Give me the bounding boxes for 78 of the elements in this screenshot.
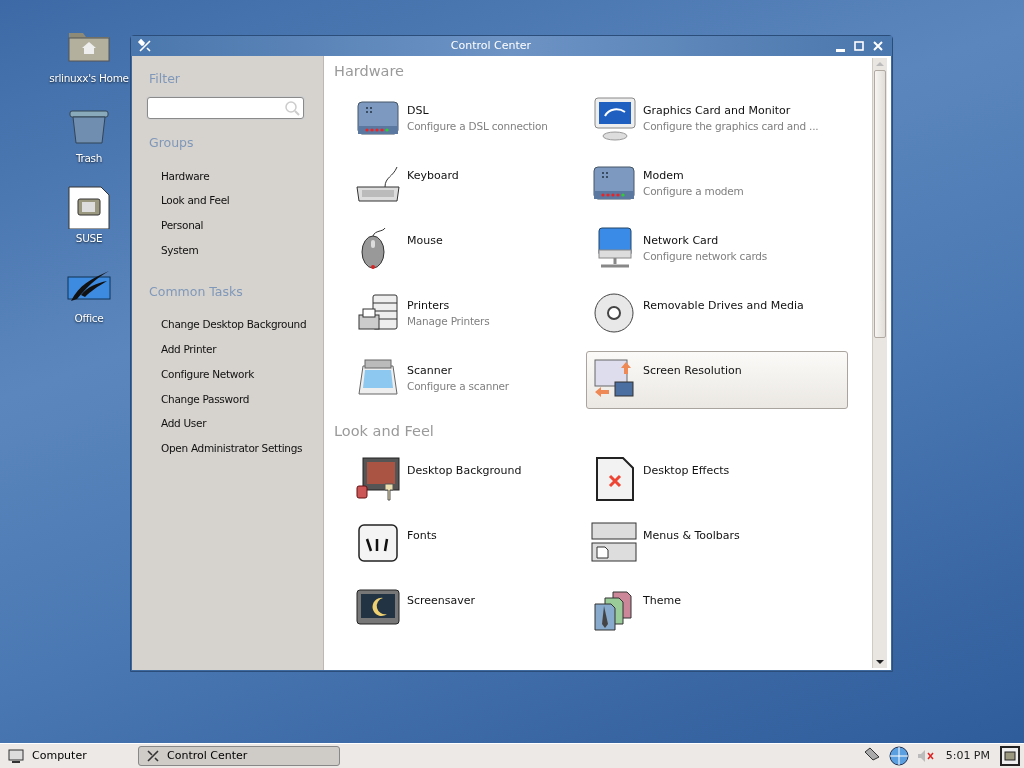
maximize-button[interactable] <box>851 39 867 53</box>
task-link[interactable]: Change Password <box>149 391 250 408</box>
applet-item[interactable]: Screen Resolution <box>586 350 848 409</box>
item-name: Screensaver <box>407 592 476 609</box>
applet-item[interactable]: Modem Configure a modem <box>586 155 848 214</box>
section-heading: Groups <box>149 133 195 152</box>
applet-item[interactable]: Fonts <box>334 515 586 574</box>
globe-icon[interactable] <box>887 745 910 767</box>
group-link[interactable]: Personal <box>149 218 204 234</box>
task-link[interactable]: Change Desktop Background <box>149 317 307 333</box>
icon-label[interactable]: SUSE <box>75 231 103 247</box>
item-name: Network Card <box>643 232 720 249</box>
item-description: Configure a scanner <box>407 379 509 395</box>
task-link[interactable]: Add User <box>149 416 207 432</box>
item-name: DSL <box>407 102 430 119</box>
taskbar-button[interactable]: Control Center <box>138 746 340 766</box>
close-icon <box>873 41 883 51</box>
applet-item[interactable]: Graphics Card and Monitor Configure the graphics card and ... <box>586 90 848 149</box>
applet-item[interactable]: DSL Configure a DSL connection <box>334 90 586 149</box>
computer-menu-button[interactable]: Computer <box>4 747 132 765</box>
applet-item[interactable]: Desktop Background <box>334 450 586 509</box>
section-heading: Filter <box>149 70 181 88</box>
minimize-icon <box>835 48 845 52</box>
maximize-icon <box>854 41 864 51</box>
task-link[interactable]: Open Administrator Settings <box>149 441 303 457</box>
section-heading: Look and Feel <box>334 421 435 441</box>
item-name: Desktop Effects <box>643 462 730 479</box>
tools-icon[interactable] <box>137 38 153 54</box>
group-link[interactable]: Hardware <box>149 168 210 185</box>
applet-item[interactable]: Screensaver <box>334 580 586 639</box>
item-name: Screen Resolution <box>643 362 742 379</box>
applet-item[interactable]: Removable Drives and Media <box>586 285 848 344</box>
item-name: Fonts <box>407 527 437 544</box>
volume-icon[interactable] <box>915 748 936 764</box>
close-button[interactable] <box>870 39 886 53</box>
item-name: Graphics Card and Monitor <box>643 102 792 119</box>
applet-item[interactable]: Desktop Effects <box>586 450 848 509</box>
applet-item[interactable]: Network Card Configure network cards <box>586 220 848 279</box>
window-title: Control Center <box>449 37 533 54</box>
item-name: Keyboard <box>407 167 459 184</box>
painting-icon <box>355 455 401 502</box>
item-name: Removable Drives and Media <box>643 297 804 314</box>
item-description: Manage Printers <box>407 314 490 330</box>
applet-item[interactable]: Keyboard <box>334 155 586 214</box>
applet-item[interactable]: Menus & Toolbars <box>586 515 848 574</box>
item-name: Printers <box>407 297 451 314</box>
computer-icon <box>8 748 24 764</box>
scrollbar[interactable] <box>872 58 887 668</box>
task-link[interactable]: Configure Network <box>149 366 254 383</box>
item-name: Theme <box>643 592 681 609</box>
item-description: Configure a DSL connection <box>407 119 548 135</box>
section-heading: Hardware <box>334 62 405 81</box>
icon-label[interactable]: srlinuxx's Home <box>49 71 129 87</box>
group-link[interactable]: Look and Feel <box>149 193 230 209</box>
item-description: Configure a modem <box>643 184 744 200</box>
group-link[interactable]: System <box>149 242 199 259</box>
clock[interactable]: 5:01 PM <box>945 747 990 765</box>
item-description: Configure the graphics card and ... <box>643 119 819 135</box>
filter-field[interactable] <box>147 96 304 119</box>
item-name: Menus & Toolbars <box>643 527 740 544</box>
search-icon <box>284 99 300 116</box>
icon-label[interactable]: Trash <box>75 151 103 167</box>
applet-item[interactable]: Mouse <box>334 220 586 279</box>
task-link[interactable]: Add Printer <box>149 342 217 358</box>
document-icon[interactable] <box>65 185 113 229</box>
icon-label[interactable]: Office <box>74 311 104 327</box>
monitor-icon <box>591 95 637 142</box>
item-description: Configure network cards <box>643 249 768 265</box>
tools-icon <box>145 748 161 764</box>
applet-item[interactable]: Printers Manage Printers <box>334 285 586 344</box>
item-name: Mouse <box>407 232 443 249</box>
section-heading: Common Tasks <box>149 282 244 301</box>
document-icon[interactable] <box>1000 746 1020 766</box>
applet-item[interactable]: Scanner Configure a scanner <box>334 350 586 409</box>
applet-item[interactable]: Theme <box>586 580 848 639</box>
item-name: Desktop Background <box>407 462 522 479</box>
item-name: Scanner <box>407 362 453 379</box>
item-name: Modem <box>643 167 685 184</box>
